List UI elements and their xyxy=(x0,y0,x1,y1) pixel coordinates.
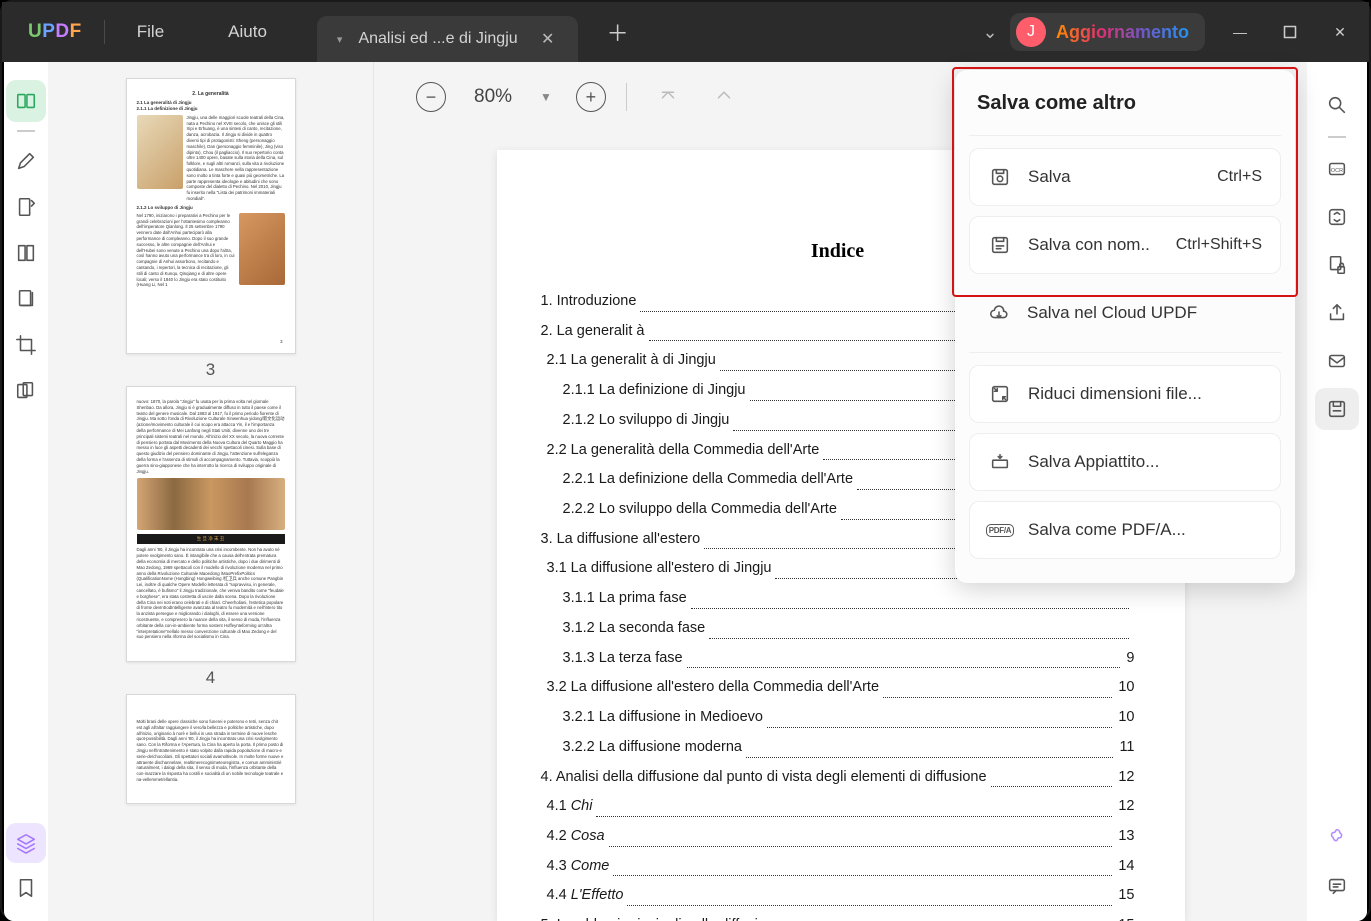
upgrade-button[interactable]: J Aggiornamento xyxy=(1010,13,1205,51)
divider xyxy=(969,135,1281,136)
toc-row[interactable]: 4.1 Chi 12 xyxy=(541,792,1135,822)
prev-page-icon[interactable] xyxy=(703,84,745,111)
divider xyxy=(969,352,1281,353)
popup-reduce[interactable]: Riduci dimensioni file... xyxy=(969,365,1281,423)
divider xyxy=(17,130,35,132)
tool-compare[interactable] xyxy=(6,370,46,412)
page-number-3: 3 xyxy=(206,360,215,380)
workspace: 2. La generalità 2.1 La generalità di Ji… xyxy=(4,62,1367,921)
tabs-overflow-icon[interactable]: ⌄ xyxy=(970,22,1010,43)
popup-save-shortcut: Ctrl+S xyxy=(1217,168,1262,186)
popup-cloud-label: Salva nel Cloud UPDF xyxy=(1027,303,1263,323)
popup-save-cloud[interactable]: Salva nel Cloud UPDF xyxy=(969,284,1281,342)
toc-row[interactable]: 3.2.1 La diffusione in Medioevo 10 xyxy=(541,703,1135,733)
zoom-level[interactable]: 80% xyxy=(460,86,526,108)
toc-row[interactable]: 4.4 L'Effetto 15 xyxy=(541,881,1135,911)
menu-file[interactable]: File xyxy=(105,22,196,42)
tool-reader[interactable] xyxy=(6,80,46,122)
save-menu-icon[interactable] xyxy=(1315,388,1359,430)
zoom-out-button[interactable]: − xyxy=(416,82,446,112)
toc-row[interactable]: 3.1.3 La terza fase 9 xyxy=(541,644,1135,674)
reduce-icon xyxy=(988,382,1012,406)
toc-row[interactable]: 3.2 La diffusione all'estero della Comme… xyxy=(541,673,1135,703)
ai-assistant-icon[interactable] xyxy=(1317,817,1357,857)
left-sidebar xyxy=(4,62,48,921)
popup-pdfa-label: Salva come PDF/A... xyxy=(1028,520,1262,540)
tool-comment[interactable] xyxy=(6,140,46,182)
thumbnail-page-5[interactable]: Molti brani delle opere classiche sono f… xyxy=(126,694,296,804)
popup-save[interactable]: Salva Ctrl+S xyxy=(969,148,1281,206)
toc-row[interactable]: 4.2 Cosa 13 xyxy=(541,822,1135,852)
zoom-dropdown-icon[interactable]: ▼ xyxy=(540,90,552,104)
search-icon[interactable] xyxy=(1315,84,1359,126)
popup-save-label: Salva xyxy=(1028,167,1201,187)
close-tab-icon[interactable]: ✕ xyxy=(534,25,562,53)
tool-organize[interactable] xyxy=(6,232,46,274)
popup-flatten[interactable]: Salva Appiattito... xyxy=(969,433,1281,491)
thumbnail-page-4[interactable]: nuovo: 1870, la parola "Jingju" fu usata… xyxy=(126,386,296,662)
comments-icon[interactable] xyxy=(1315,865,1359,907)
window-maximize-icon[interactable] xyxy=(1265,12,1315,52)
first-page-icon[interactable] xyxy=(647,84,689,111)
zoom-in-button[interactable]: + xyxy=(576,82,606,112)
app-logo: UPDF xyxy=(6,21,104,43)
layers-button[interactable] xyxy=(6,823,46,863)
tab-title: Analisi ed ...e di Jingju xyxy=(350,30,525,48)
toc-row[interactable]: 5. I problemi principali nella diffusion… xyxy=(541,911,1135,921)
save-as-other-popup: Salva come altro Salva Ctrl+S Salva con … xyxy=(955,70,1295,583)
bookmark-button[interactable] xyxy=(6,867,46,909)
popup-flatten-label: Salva Appiattito... xyxy=(1028,452,1262,472)
thumbnail-page-3[interactable]: 2. La generalità 2.1 La generalità di Ji… xyxy=(126,78,296,354)
popup-save-as[interactable]: Salva con nom.. Ctrl+Shift+S xyxy=(969,216,1281,274)
tool-page[interactable] xyxy=(6,278,46,320)
titlebar: UPDF File Aiuto ▾ Analisi ed ...e di Jin… xyxy=(2,2,1369,62)
avatar: J xyxy=(1016,17,1046,47)
toc-row[interactable]: 3.1.2 La seconda fase xyxy=(541,614,1135,644)
upgrade-label: Aggiornamento xyxy=(1056,22,1189,43)
svg-text:OCR: OCR xyxy=(1331,168,1343,174)
menu-help[interactable]: Aiuto xyxy=(196,22,299,42)
convert-icon[interactable] xyxy=(1315,196,1359,238)
ocr-icon[interactable]: OCR xyxy=(1315,148,1359,190)
flatten-icon xyxy=(988,450,1012,474)
protect-icon[interactable] xyxy=(1315,244,1359,286)
tool-edit[interactable] xyxy=(6,186,46,228)
tool-crop[interactable] xyxy=(6,324,46,366)
save-icon xyxy=(988,165,1012,189)
document-tab[interactable]: ▾ Analisi ed ...e di Jingju ✕ xyxy=(317,16,578,62)
popup-reduce-label: Riduci dimensioni file... xyxy=(1028,384,1262,404)
page-number-4: 4 xyxy=(206,668,215,688)
toc-row[interactable]: 3.2.2 La diffusione moderna 11 xyxy=(541,733,1135,763)
save-as-icon xyxy=(988,233,1012,257)
popup-pdfa[interactable]: PDF/A Salva come PDF/A... xyxy=(969,501,1281,559)
chevron-down-icon: ▾ xyxy=(337,33,343,46)
cloud-icon xyxy=(987,301,1011,325)
toc-row[interactable]: 4.3 Come 14 xyxy=(541,852,1135,882)
divider xyxy=(626,83,627,111)
pdfa-icon: PDF/A xyxy=(988,518,1012,542)
share-icon[interactable] xyxy=(1315,292,1359,334)
popup-title: Salva come altro xyxy=(955,70,1295,135)
toc-row[interactable]: 3.1.1 La prima fase xyxy=(541,584,1135,614)
new-tab-button[interactable]: ＋ xyxy=(598,12,638,52)
right-sidebar: OCR xyxy=(1307,62,1367,921)
popup-save-as-label: Salva con nom.. xyxy=(1028,235,1160,255)
thumbnails-panel[interactable]: 2. La generalità 2.1 La generalità di Ji… xyxy=(48,62,374,921)
window-close-icon[interactable]: ✕ xyxy=(1315,12,1365,52)
popup-save-as-shortcut: Ctrl+Shift+S xyxy=(1176,236,1262,254)
window-minimize-icon[interactable]: — xyxy=(1215,12,1265,52)
email-icon[interactable] xyxy=(1315,340,1359,382)
divider xyxy=(1328,136,1346,138)
toc-row[interactable]: 4. Analisi della diffusione dal punto di… xyxy=(541,763,1135,793)
